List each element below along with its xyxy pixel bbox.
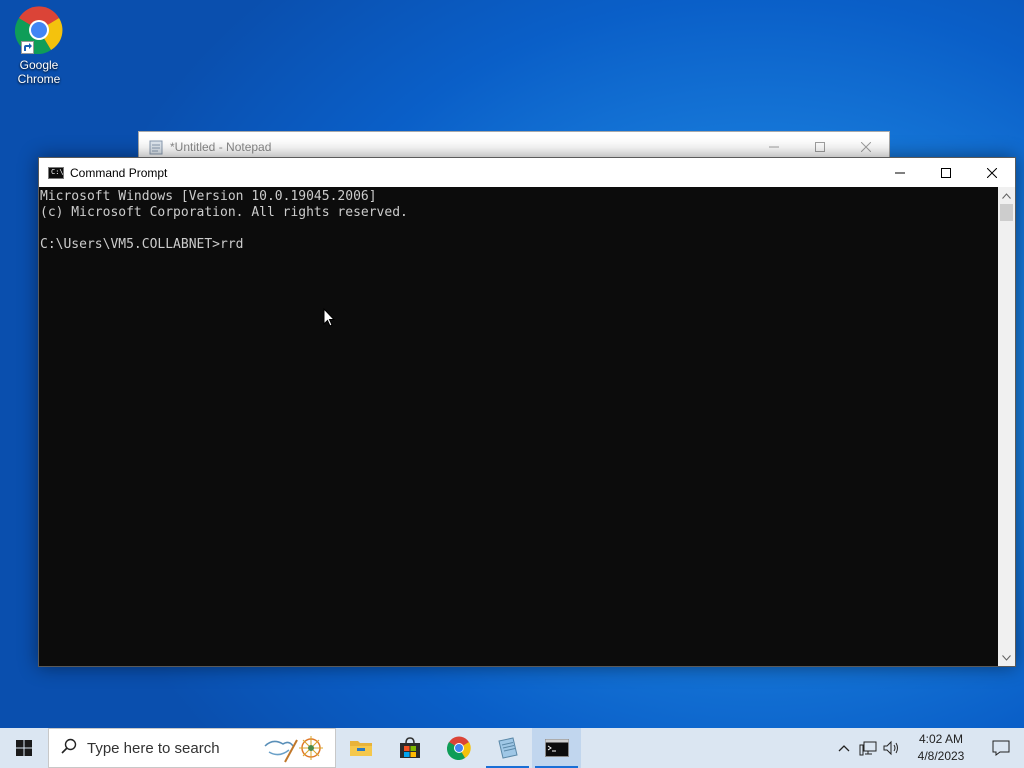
search-icon [61, 738, 77, 759]
command-prompt-window[interactable]: C:\ Command Prompt Microsoft Windows [Ve… [38, 157, 1016, 667]
cmd-minimize-button[interactable] [877, 158, 923, 187]
console-line: (c) Microsoft Corporation. All rights re… [40, 205, 408, 220]
desktop-icon-google-chrome[interactable]: Google Chrome [8, 6, 70, 86]
notepad-icon [497, 737, 518, 759]
console-line: Microsoft Windows [Version 10.0.19045.20… [40, 189, 377, 204]
scroll-thumb[interactable] [1000, 204, 1013, 221]
taskbar-file-explorer[interactable] [336, 728, 385, 768]
cmd-title: Command Prompt [70, 165, 168, 180]
start-button[interactable] [0, 728, 48, 768]
cmd-maximize-button[interactable] [923, 158, 969, 187]
store-icon [399, 737, 420, 758]
shortcut-arrow-icon [21, 41, 34, 54]
system-tray: 4:02 AM 4/8/2023 [832, 728, 1024, 768]
cmd-icon [544, 739, 569, 757]
scroll-up-button[interactable] [998, 187, 1015, 204]
console-output[interactable]: Microsoft Windows [Version 10.0.19045.20… [39, 187, 999, 666]
mouse-pointer-icon [323, 307, 336, 332]
search-placeholder: Type here to search [87, 739, 220, 757]
taskbar-search-box[interactable]: Type here to search [48, 728, 336, 768]
volume-icon[interactable] [880, 728, 904, 768]
chrome-icon [14, 6, 63, 55]
taskbar-microsoft-store[interactable] [385, 728, 434, 768]
taskbar: Type here to search 4:02 AM 4/8/2023 [0, 728, 1024, 768]
show-hidden-icons-button[interactable] [832, 728, 856, 768]
console-scrollbar[interactable] [998, 187, 1015, 666]
action-center-button[interactable] [978, 728, 1024, 768]
desktop-icon-label: Google Chrome [17, 58, 61, 86]
windows-logo-icon [16, 740, 32, 756]
taskbar-notepad[interactable] [483, 728, 532, 768]
console-prompt-line: C:\Users\VM5.COLLABNET>rrd [40, 237, 244, 252]
scroll-down-button[interactable] [998, 649, 1015, 666]
notepad-title: *Untitled - Notepad [170, 139, 272, 154]
cmd-titlebar[interactable]: C:\ Command Prompt [39, 158, 1015, 187]
cmd-close-button[interactable] [969, 158, 1015, 187]
taskbar-google-chrome[interactable] [434, 728, 483, 768]
taskbar-clock[interactable]: 4:02 AM 4/8/2023 [904, 731, 978, 765]
search-highlight-doodle-icon [259, 732, 329, 768]
notification-icon [992, 740, 1010, 756]
cmd-icon: C:\ [48, 166, 64, 179]
network-icon[interactable] [856, 728, 880, 768]
clock-date: 4/8/2023 [917, 749, 965, 763]
folder-icon [349, 741, 372, 756]
chrome-icon [446, 736, 471, 760]
notepad-icon [148, 139, 164, 155]
clock-time: 4:02 AM [918, 732, 964, 746]
taskbar-command-prompt[interactable] [532, 728, 581, 768]
